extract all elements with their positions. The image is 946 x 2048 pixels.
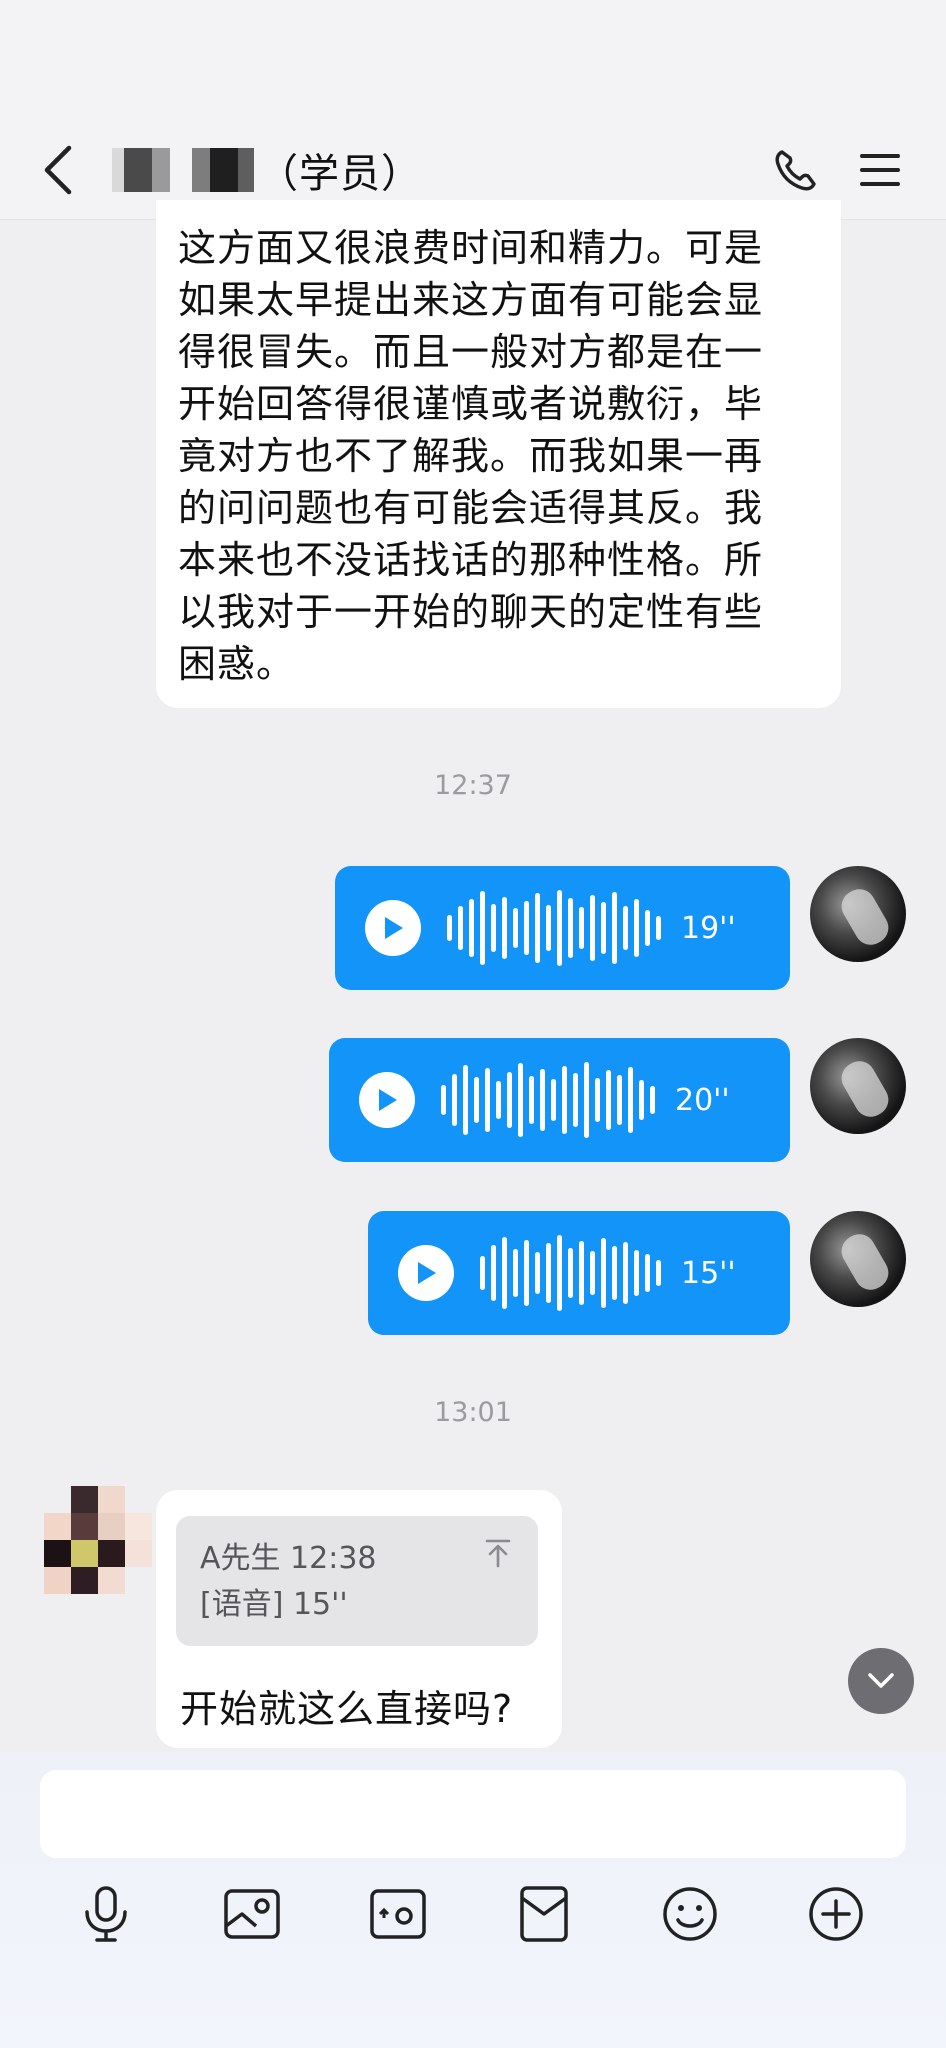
message-line: 开始回答得很谨慎或者说敷衍，毕 <box>178 382 764 426</box>
voice-duration: 20'' <box>675 1082 730 1118</box>
voice-button[interactable] <box>74 1882 138 1946</box>
chevron-down-icon <box>868 1673 894 1688</box>
message-input[interactable] <box>40 1770 906 1858</box>
back-button[interactable] <box>30 142 86 198</box>
voice-message[interactable]: 19'' <box>335 866 790 990</box>
red-packet-icon <box>520 1886 568 1942</box>
message-line: 得很冒失。而且一般对方都是在一 <box>178 330 764 374</box>
reply-message-bubble[interactable]: A先生 12:38 [语音] 15'' 开始就这么直接吗? <box>156 1490 562 1748</box>
message-line: 的问问题也有可能会适得其反。我 <box>178 486 764 530</box>
incoming-message-bubble[interactable]: 这方面又很浪费时间和精力。可是 如果太早提出来这方面有可能会显 得很冒失。而且一… <box>156 200 841 708</box>
more-button[interactable] <box>804 1882 868 1946</box>
message-text: 开始就这么直接吗? <box>180 1687 514 1731</box>
voice-duration: 15'' <box>681 1255 736 1291</box>
scroll-to-bottom-button[interactable] <box>848 1648 914 1714</box>
image-icon <box>224 1889 280 1939</box>
message-line: 困惑。 <box>178 642 296 686</box>
status-bar-area <box>0 0 946 120</box>
play-button[interactable] <box>398 1245 454 1301</box>
emoji-button[interactable] <box>658 1882 722 1946</box>
message-timestamp: 12:37 <box>434 770 512 801</box>
camera-button[interactable] <box>366 1882 430 1946</box>
page-title: （学员） <box>258 151 422 197</box>
waveform <box>447 888 667 968</box>
chevron-left-icon <box>44 145 72 195</box>
avatar[interactable] <box>810 866 906 962</box>
play-icon <box>379 1089 397 1111</box>
play-button[interactable] <box>359 1072 415 1128</box>
waveform <box>441 1060 661 1140</box>
message-line: 这方面又很浪费时间和精力。可是 <box>178 226 764 270</box>
microphone-icon <box>85 1886 127 1942</box>
avatar[interactable] <box>810 1038 906 1134</box>
voice-message[interactable]: 15'' <box>368 1211 790 1335</box>
message-line: 以我对于一开始的聊天的定性有些 <box>178 590 764 634</box>
waveform <box>480 1233 667 1313</box>
call-button[interactable] <box>768 142 824 198</box>
redacted-name-part <box>192 148 254 192</box>
redacted-name-part <box>112 148 170 192</box>
menu-button[interactable] <box>852 142 908 198</box>
message-line: 本来也不没话找话的那种性格。所 <box>178 538 764 582</box>
voice-message[interactable]: 20'' <box>329 1038 790 1162</box>
quoted-message[interactable]: A先生 12:38 [语音] 15'' <box>176 1516 538 1646</box>
quoted-sender: A先生 12:38 <box>200 1541 377 1576</box>
play-icon <box>385 917 403 939</box>
image-button[interactable] <box>220 1882 284 1946</box>
play-icon <box>418 1262 436 1284</box>
jump-to-top-icon[interactable] <box>484 1538 512 1572</box>
contact-name[interactable]: （学员） <box>112 140 422 200</box>
avatar[interactable] <box>44 1486 152 1594</box>
quoted-content: [语音] 15'' <box>200 1587 348 1622</box>
menu-icon <box>860 154 900 186</box>
avatar[interactable] <box>810 1211 906 1307</box>
message-line: 如果太早提出来这方面有可能会显 <box>178 278 764 322</box>
emoji-icon <box>663 1887 717 1941</box>
red-packet-button[interactable] <box>512 1882 576 1946</box>
phone-icon <box>775 150 816 191</box>
voice-duration: 19'' <box>681 910 736 946</box>
plus-icon <box>809 1887 863 1941</box>
camera-icon <box>370 1889 426 1939</box>
message-timestamp: 13:01 <box>434 1397 512 1428</box>
message-line: 竟对方也不了解我。而我如果一再 <box>178 434 764 478</box>
play-button[interactable] <box>365 900 421 956</box>
